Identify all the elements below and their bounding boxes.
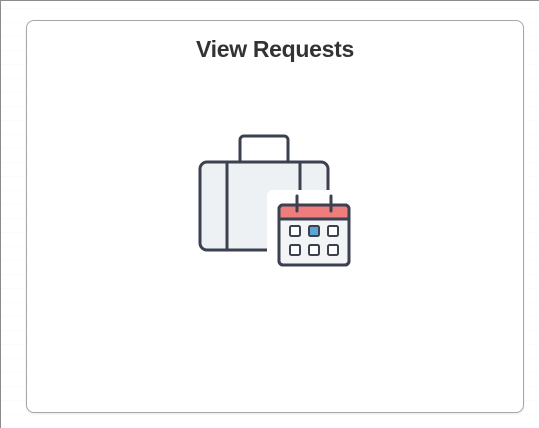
calendar-day <box>308 244 320 256</box>
calendar-header <box>280 206 348 219</box>
view-requests-tile[interactable]: View Requests <box>26 20 524 413</box>
calendar-day-highlighted <box>308 225 320 237</box>
calendar-day <box>289 244 301 256</box>
briefcase-calendar-icon <box>198 134 357 283</box>
calendar-day <box>289 225 301 237</box>
briefcase-handle <box>238 134 290 166</box>
calendar-day <box>327 225 339 237</box>
calendar-day <box>327 244 339 256</box>
tile-title: View Requests <box>195 36 355 62</box>
page-background: View Requests <box>0 0 539 428</box>
